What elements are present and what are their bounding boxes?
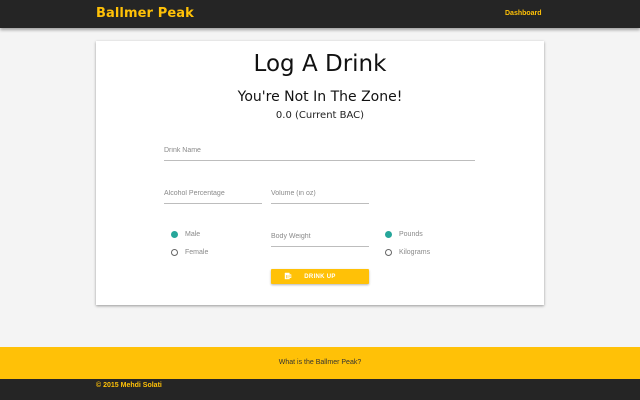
drink-up-label: DRINK UP	[304, 273, 336, 280]
drink-up-button[interactable]: DRINK UP	[271, 269, 369, 284]
log-drink-card: Log A Drink You're Not In The Zone! 0.0 …	[96, 41, 544, 305]
top-navbar: Ballmer Peak Dashboard	[0, 0, 640, 28]
radio-selected-icon[interactable]	[171, 231, 178, 238]
radio-selected-icon[interactable]	[385, 231, 392, 238]
volume-field	[271, 182, 369, 204]
body-weight-input[interactable]	[271, 233, 369, 247]
nav-dashboard-link[interactable]: Dashboard	[505, 10, 542, 17]
alcohol-percentage-field	[164, 182, 262, 204]
copyright-bar: © 2015 Mehdi Solati	[0, 379, 640, 400]
beer-mug-icon	[284, 272, 292, 280]
unit-label-pounds: Pounds	[399, 231, 423, 238]
unit-label-kilograms: Kilograms	[399, 249, 431, 256]
body-weight-field	[271, 225, 369, 247]
gender-radio-female[interactable]: Female	[171, 249, 208, 256]
copyright-text: © 2015 Mehdi Solati	[96, 382, 162, 389]
page-title: Log A Drink	[253, 51, 387, 77]
alcohol-percentage-input[interactable]	[164, 190, 262, 204]
radio-unselected-icon[interactable]	[171, 249, 178, 256]
ballmer-peak-info-link[interactable]: What is the Ballmer Peak?	[0, 359, 640, 366]
volume-input[interactable]	[271, 190, 369, 204]
drink-name-input[interactable]	[164, 147, 475, 161]
zone-status-text: You're Not In The Zone!	[237, 89, 403, 105]
drink-name-field	[164, 139, 475, 161]
gender-radio-male[interactable]: Male	[171, 231, 200, 238]
current-bac-text: 0.0 (Current BAC)	[275, 110, 365, 121]
unit-radio-pounds[interactable]: Pounds	[385, 231, 423, 238]
unit-radio-kilograms[interactable]: Kilograms	[385, 249, 430, 256]
radio-unselected-icon[interactable]	[385, 249, 392, 256]
brand-logo-link[interactable]: Ballmer Peak	[96, 6, 194, 21]
gender-label-male: Male	[185, 231, 201, 238]
gender-label-female: Female	[185, 249, 209, 256]
footer: What is the Ballmer Peak?	[0, 347, 640, 379]
